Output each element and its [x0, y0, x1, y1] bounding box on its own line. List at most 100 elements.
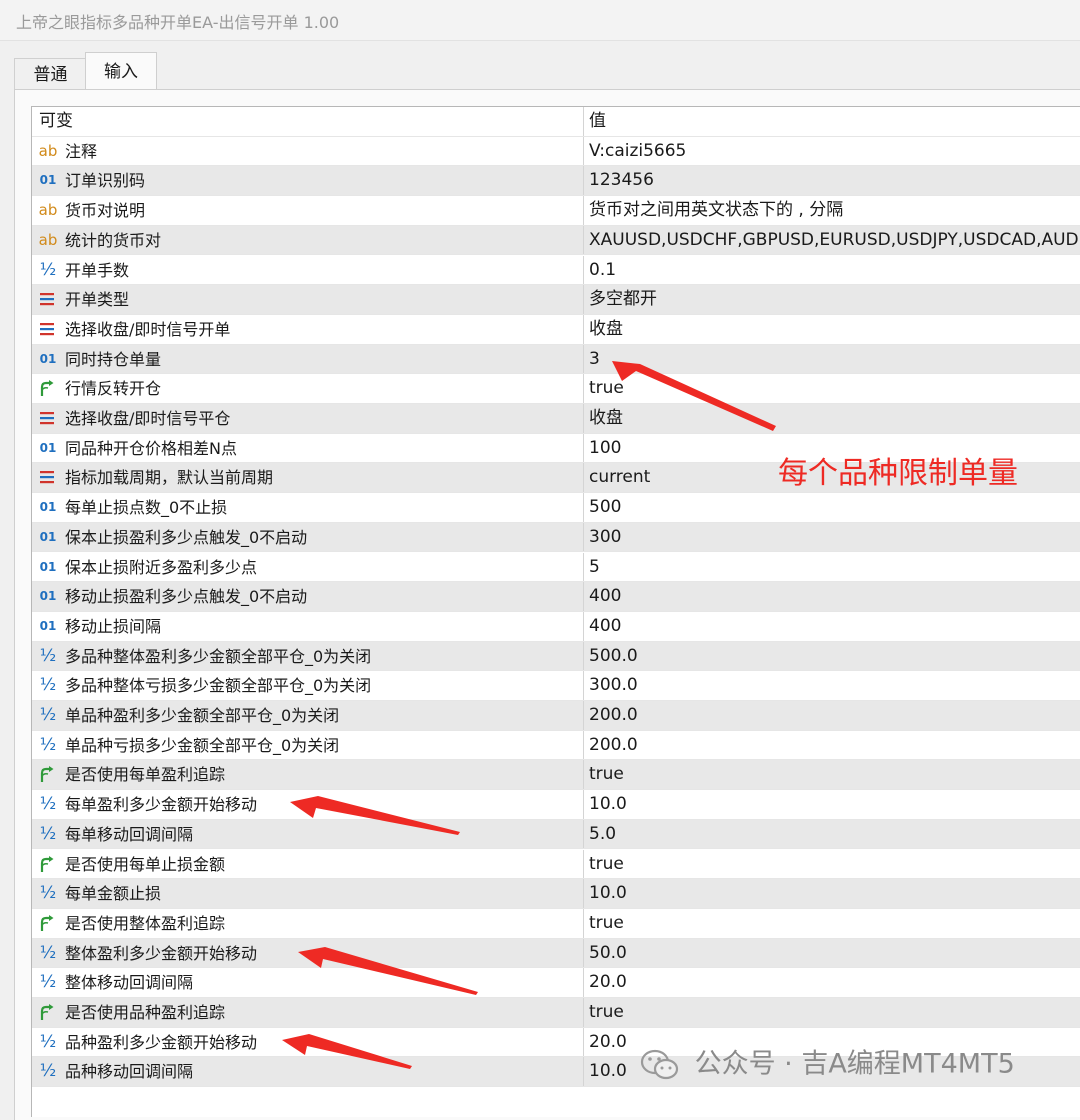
variable-cell[interactable]: ½ 单品种盈利多少金额全部平仓_0为关闭	[32, 701, 584, 730]
table-row[interactable]: 01 订单识别码 123456	[32, 166, 1080, 197]
variable-cell[interactable]: 指标加载周期，默认当前周期	[32, 463, 584, 493]
value-cell[interactable]: 多空都开	[584, 285, 1080, 314]
value-cell[interactable]: true	[584, 998, 1080, 1027]
value-cell[interactable]: 200.0	[584, 701, 1080, 730]
table-row[interactable]: 行情反转开仓 true	[32, 374, 1080, 404]
variable-cell[interactable]: 01 每单止损点数_0不止损	[32, 493, 584, 522]
value-cell[interactable]: 5.0	[584, 820, 1080, 849]
variable-cell[interactable]: 01 移动止损盈利多少点触发_0不启动	[32, 582, 584, 611]
variable-cell[interactable]: ½ 单品种亏损多少金额全部平仓_0为关闭	[32, 730, 584, 760]
variable-cell[interactable]: 01 同品种开仓价格相差N点	[32, 433, 584, 463]
variable-cell[interactable]: 是否使用品种盈利追踪	[32, 998, 584, 1027]
value-cell[interactable]: 5	[584, 553, 1080, 582]
variable-cell[interactable]: 是否使用每单盈利追踪	[32, 760, 584, 790]
enum-type-icon	[38, 320, 58, 339]
value-cell[interactable]: 3	[584, 345, 1080, 374]
string-type-icon: ab	[38, 141, 58, 160]
value-cell[interactable]: true	[584, 760, 1080, 789]
table-row[interactable]: 是否使用品种盈利追踪 true	[32, 998, 1080, 1028]
table-row[interactable]: ½ 多品种整体亏损多少金额全部平仓_0为关闭 300.0	[32, 671, 1080, 701]
variable-cell[interactable]: ½ 开单手数	[32, 255, 584, 285]
value-cell[interactable]: true	[584, 850, 1080, 879]
table-row[interactable]: ½ 多品种整体盈利多少金额全部平仓_0为关闭 500.0	[32, 641, 1080, 672]
variable-cell[interactable]: 行情反转开仓	[32, 374, 584, 403]
value-cell[interactable]: 10.0	[584, 790, 1080, 819]
tab-inputs[interactable]: 输入	[85, 52, 157, 91]
value-cell[interactable]: 300.0	[584, 671, 1080, 700]
table-row[interactable]: ab 注释 V:caizi5665	[32, 136, 1080, 167]
double-type-icon: ½	[39, 883, 57, 904]
table-row[interactable]: 开单类型 多空都开	[32, 285, 1080, 315]
enum-type-icon	[38, 290, 58, 309]
value-cell[interactable]: 50.0	[584, 939, 1080, 968]
variable-cell[interactable]: 是否使用整体盈利追踪	[32, 908, 584, 938]
table-row[interactable]: ½ 每单金额止损 10.0	[32, 879, 1080, 909]
value-cell[interactable]: 300	[584, 523, 1080, 552]
double-type-icon: ½	[39, 259, 57, 280]
table-row[interactable]: 01 保本止损盈利多少点触发_0不启动 300	[32, 522, 1080, 553]
value-cell[interactable]: 200.0	[584, 731, 1080, 760]
variable-cell[interactable]: 01 保本止损附近多盈利多少点	[32, 552, 584, 582]
value-cell[interactable]: 货币对之间用英文状态下的 , 分隔	[584, 196, 1080, 225]
value-cell[interactable]: true	[584, 374, 1080, 403]
table-row[interactable]: 是否使用每单止损金额 true	[32, 849, 1080, 880]
table-row[interactable]: 是否使用每单盈利追踪 true	[32, 760, 1080, 791]
value-cell[interactable]: 10.0	[584, 879, 1080, 908]
value-cell[interactable]: V:caizi5665	[584, 137, 1080, 166]
variable-cell[interactable]: 01 同时持仓单量	[32, 344, 584, 374]
variable-cell[interactable]: ½ 多品种整体盈利多少金额全部平仓_0为关闭	[32, 641, 584, 671]
table-row[interactable]: ½ 每单盈利多少金额开始移动 10.0	[32, 790, 1080, 820]
variable-cell[interactable]: ½ 多品种整体亏损多少金额全部平仓_0为关闭	[32, 671, 584, 700]
value-cell[interactable]: 123456	[584, 166, 1080, 195]
tab-bar: 普通 输入	[0, 40, 1080, 91]
variable-cell[interactable]: 开单类型	[32, 285, 584, 314]
value-cell[interactable]: 20.0	[584, 968, 1080, 997]
variable-cell[interactable]: ½ 每单移动回调间隔	[32, 819, 584, 849]
table-row[interactable]: 是否使用整体盈利追踪 true	[32, 908, 1080, 939]
variable-cell[interactable]: ab 统计的货币对	[32, 225, 584, 255]
variable-cell[interactable]: ab 货币对说明	[32, 196, 584, 225]
value-cell[interactable]: 收盘	[584, 315, 1080, 344]
variable-cell[interactable]: ½ 品种盈利多少金额开始移动	[32, 1027, 584, 1057]
variable-cell[interactable]: 01 订单识别码	[32, 166, 584, 196]
value-cell[interactable]: 400	[584, 612, 1080, 641]
header-variable-cell[interactable]: 可变	[32, 107, 584, 136]
variable-cell[interactable]: ½ 每单金额止损	[32, 879, 584, 908]
header-value[interactable]: 值	[584, 107, 1080, 136]
variable-cell[interactable]: ½ 品种移动回调间隔	[32, 1057, 584, 1087]
table-row[interactable]: 01 每单止损点数_0不止损 500	[32, 493, 1080, 523]
variable-cell[interactable]: ab 注释	[32, 136, 584, 166]
value-cell[interactable]: XAUUSD,USDCHF,GBPUSD,EURUSD,USDJPY,USDCA…	[584, 226, 1080, 255]
variable-cell[interactable]: 选择收盘/即时信号开单	[32, 314, 584, 344]
table-row[interactable]: ½ 单品种亏损多少金额全部平仓_0为关闭 200.0	[32, 730, 1080, 761]
variable-cell[interactable]: 01 保本止损盈利多少点触发_0不启动	[32, 522, 584, 552]
variable-cell[interactable]: ½ 整体移动回调间隔	[32, 968, 584, 997]
bool-type-icon	[38, 1003, 58, 1022]
table-row[interactable]: ab 货币对说明 货币对之间用英文状态下的 , 分隔	[32, 196, 1080, 226]
variable-cell[interactable]: ½ 整体盈利多少金额开始移动	[32, 938, 584, 968]
value-cell[interactable]: 500	[584, 493, 1080, 522]
variable-name: 是否使用每单盈利追踪	[65, 765, 226, 785]
tab-general[interactable]: 普通	[14, 58, 86, 90]
value-cell[interactable]: 收盘	[584, 404, 1080, 433]
table-row[interactable]: 01 移动止损间隔 400	[32, 611, 1080, 642]
table-row[interactable]: ½ 整体盈利多少金额开始移动 50.0	[32, 938, 1080, 969]
value-cell[interactable]: true	[584, 909, 1080, 938]
table-row[interactable]: 01 保本止损附近多盈利多少点 5	[32, 552, 1080, 583]
table-row[interactable]: 选择收盘/即时信号开单 收盘	[32, 314, 1080, 345]
variable-cell[interactable]: 选择收盘/即时信号平仓	[32, 404, 584, 433]
table-row[interactable]: ½ 开单手数 0.1	[32, 255, 1080, 286]
table-row[interactable]: 01 同时持仓单量 3	[32, 344, 1080, 375]
table-row[interactable]: 01 移动止损盈利多少点触发_0不启动 400	[32, 582, 1080, 612]
variable-cell[interactable]: 是否使用每单止损金额	[32, 849, 584, 879]
table-row[interactable]: 选择收盘/即时信号平仓 收盘	[32, 404, 1080, 434]
value-cell[interactable]: 400	[584, 582, 1080, 611]
table-row[interactable]: ½ 每单移动回调间隔 5.0	[32, 819, 1080, 850]
variable-cell[interactable]: ½ 每单盈利多少金额开始移动	[32, 790, 584, 819]
value-cell[interactable]: 0.1	[584, 256, 1080, 285]
variable-cell[interactable]: 01 移动止损间隔	[32, 611, 584, 641]
table-row[interactable]: ½ 整体移动回调间隔 20.0	[32, 968, 1080, 998]
table-row[interactable]: ½ 单品种盈利多少金额全部平仓_0为关闭 200.0	[32, 701, 1080, 731]
table-row[interactable]: ab 统计的货币对 XAUUSD,USDCHF,GBPUSD,EURUSD,USDJ…	[32, 225, 1080, 256]
value-cell[interactable]: 500.0	[584, 642, 1080, 671]
